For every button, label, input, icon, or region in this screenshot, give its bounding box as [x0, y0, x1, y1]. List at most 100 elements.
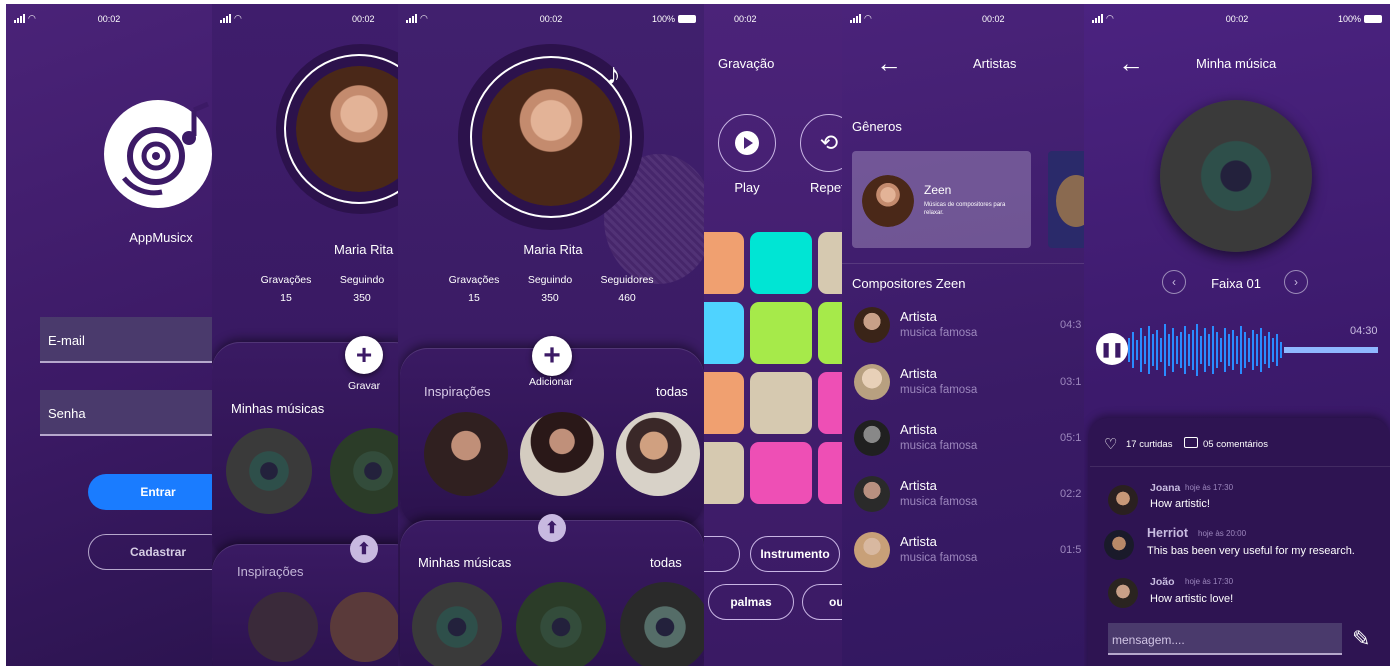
other-chip[interactable]: ou — [802, 584, 842, 620]
status-bar: ◠ 00:02 — [6, 4, 212, 34]
recording-screen: 00:02 Gravação Play ⟲ Repet Instrumento … — [704, 4, 842, 666]
artist-row[interactable]: Artista musica famosa 02:2 — [842, 473, 1084, 523]
inspiration-avatar[interactable] — [248, 592, 318, 662]
inspiration-avatar[interactable] — [424, 412, 508, 496]
repeat-label: Repet — [810, 180, 842, 195]
status-bar: 00:02 — [704, 4, 842, 34]
genre-desc: Músicas de compositores para relaxar. — [924, 202, 1006, 216]
genre-avatar — [862, 175, 914, 227]
song-disc[interactable] — [226, 428, 312, 514]
clap-chip[interactable]: palmas — [708, 584, 794, 620]
password-placeholder: Senha — [48, 406, 86, 421]
scroll-up-button[interactable]: ⬆ — [538, 514, 566, 542]
play-label: Play — [734, 180, 760, 195]
register-button[interactable]: Cadastrar — [88, 534, 212, 570]
song-disc[interactable] — [516, 582, 606, 666]
add-button[interactable]: + — [532, 336, 572, 376]
previous-track-button[interactable]: ‹ — [1162, 270, 1186, 294]
artist-row[interactable]: Artista musica famosa 03:1 — [842, 361, 1084, 411]
genre-card[interactable]: Zeen Músicas de compositores para relaxa… — [852, 151, 1031, 248]
password-field[interactable]: Senha — [40, 390, 212, 436]
sound-pad[interactable] — [818, 442, 842, 504]
comment-text: How artistic love! — [1150, 593, 1234, 605]
stat-label: Gravações — [448, 274, 500, 286]
pause-button[interactable]: ❚❚ — [1096, 333, 1128, 365]
sound-pad[interactable] — [704, 302, 744, 364]
email-field[interactable]: E-mail — [40, 317, 212, 363]
status-bar: ◠ 00:02 100% — [398, 4, 704, 34]
genre-card[interactable] — [1048, 151, 1084, 248]
artist-sub: musica famosa — [900, 552, 978, 564]
edit-send-icon[interactable]: ✎ — [1352, 626, 1370, 652]
comment-time: hoje às 17:30 — [1185, 483, 1234, 492]
see-all-link[interactable]: todas — [650, 555, 682, 570]
music-note-icon: ♪ — [606, 58, 621, 91]
artist-row[interactable]: Artista musica famosa 05:1 — [842, 417, 1084, 467]
repeat-button[interactable]: ⟲ — [800, 114, 842, 172]
login-screen: ◠ 00:02 AppMusicx E-mail Senha Entrar Ca… — [6, 4, 212, 666]
plus-icon: + — [355, 339, 373, 370]
artist-row[interactable]: Artista musica famosa 01:5 — [842, 529, 1084, 579]
sound-pad[interactable] — [750, 232, 812, 294]
sound-pad[interactable] — [818, 302, 842, 364]
app-name: AppMusicx — [129, 230, 193, 245]
stat-value: 350 — [541, 292, 559, 304]
screen-title: Minha música — [1196, 56, 1277, 71]
instrument-chip[interactable]: Instrumento — [750, 536, 840, 572]
inspiration-avatar[interactable] — [520, 412, 604, 496]
see-all-link[interactable]: todas — [656, 384, 688, 399]
comments-count: 05 comentários — [1203, 439, 1268, 450]
chip-label: Instrumento — [760, 547, 830, 561]
stat-value: 15 — [280, 292, 292, 304]
sound-pad[interactable] — [704, 232, 744, 294]
sound-pad[interactable] — [704, 372, 744, 434]
song-disc[interactable] — [412, 582, 502, 666]
status-bar: ◠ 00:02 — [842, 4, 1084, 34]
inspiration-avatar[interactable] — [330, 592, 400, 662]
screen-title: Artistas — [973, 56, 1017, 71]
wifi-icon: ◠ — [864, 13, 872, 23]
artist-row[interactable]: Artista musica famosa 04:3 — [842, 304, 1084, 354]
sound-pad[interactable] — [818, 372, 842, 434]
play-icon — [735, 131, 759, 155]
artist-duration: 04:3 — [1060, 319, 1082, 331]
stat-value: 350 — [353, 292, 371, 304]
chip[interactable] — [704, 536, 740, 572]
stat-label: Seguindo — [527, 274, 573, 286]
comment-time: hoje às 17:30 — [1185, 577, 1234, 586]
message-input[interactable]: mensagem.... — [1108, 623, 1342, 655]
stat-label: Seguindo — [339, 274, 385, 286]
profile-avatar — [482, 68, 620, 206]
inspirations-title: Inspirações — [237, 564, 304, 579]
sound-pad[interactable] — [818, 232, 842, 294]
arrow-up-icon: ⬆ — [357, 541, 371, 558]
signal-icon — [220, 14, 231, 23]
likes-count: 17 curtidas — [1126, 439, 1173, 450]
record-button[interactable]: + — [345, 336, 383, 374]
song-disc[interactable] — [620, 582, 704, 666]
sound-pad[interactable] — [750, 442, 812, 504]
genres-title: Gêneros — [852, 119, 902, 134]
comment-icon[interactable] — [1184, 437, 1198, 448]
profile-name: Maria Rita — [334, 242, 394, 257]
play-button[interactable] — [718, 114, 776, 172]
artist-duration: 05:1 — [1060, 432, 1082, 444]
record-label: Gravar — [348, 380, 381, 392]
sound-pad[interactable] — [750, 302, 812, 364]
back-arrow-icon[interactable]: ← — [1118, 48, 1144, 79]
artist-duration: 03:1 — [1060, 376, 1082, 388]
battery-indicator: 100% — [652, 14, 696, 24]
battery-indicator: 100% — [1338, 14, 1382, 24]
comment-avatar — [1108, 485, 1138, 515]
sound-pad[interactable] — [750, 372, 812, 434]
artist-name: Artista — [900, 534, 937, 549]
back-arrow-icon[interactable]: ← — [876, 48, 902, 79]
inspiration-avatar[interactable] — [616, 412, 700, 496]
login-button[interactable]: Entrar — [88, 474, 212, 510]
artist-avatar — [854, 307, 890, 343]
player-screen: ◠ 00:02 100% ← Minha música ‹ Faixa 01 ›… — [1084, 4, 1390, 666]
sound-pad[interactable] — [704, 442, 744, 504]
scroll-up-button[interactable]: ⬆ — [350, 535, 378, 563]
heart-icon[interactable]: ♡ — [1104, 435, 1117, 453]
next-track-button[interactable]: › — [1284, 270, 1308, 294]
